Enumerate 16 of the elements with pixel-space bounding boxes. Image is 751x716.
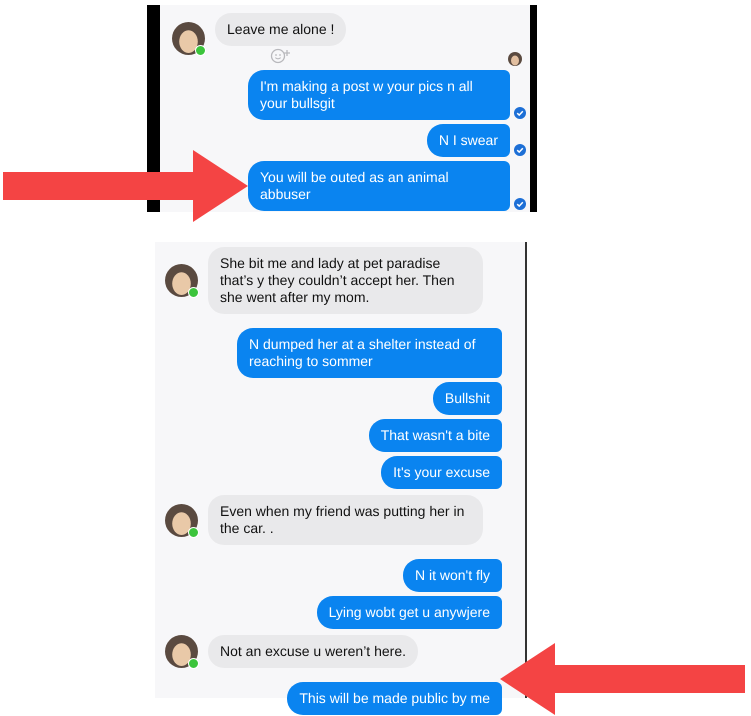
sent-message: N it won't fly (402, 559, 502, 592)
received-message: She bit me and lady at pet paradise that’s y they couldn’t accept her. Then she went after my mom. (208, 247, 483, 314)
sent-message: That wasn't a bite (368, 419, 502, 452)
received-message: Even when my friend was putting her in the car. . (208, 495, 483, 545)
read-receipt-avatar (508, 52, 522, 66)
sent-message: It's your excuse (381, 456, 502, 489)
received-message: Not an excuse u weren’t here. (208, 635, 418, 668)
received-message: Leave me alone ! (215, 13, 346, 46)
sent-message: Lying wobt get u anywjere (316, 596, 502, 629)
sent-message: N dumped her at a shelter instead of reaching to sommer (237, 328, 502, 378)
sent-message: I'm making a post w your pics n all your bullsgit (248, 70, 510, 120)
add-reaction-icon[interactable] (270, 48, 292, 64)
sent-message: N I swear (426, 124, 510, 157)
sent-message: You will be outed as an animal abbuser (248, 161, 510, 211)
sent-message: Bullshit (432, 382, 502, 415)
sent-message: This will be made public by me (287, 682, 502, 715)
